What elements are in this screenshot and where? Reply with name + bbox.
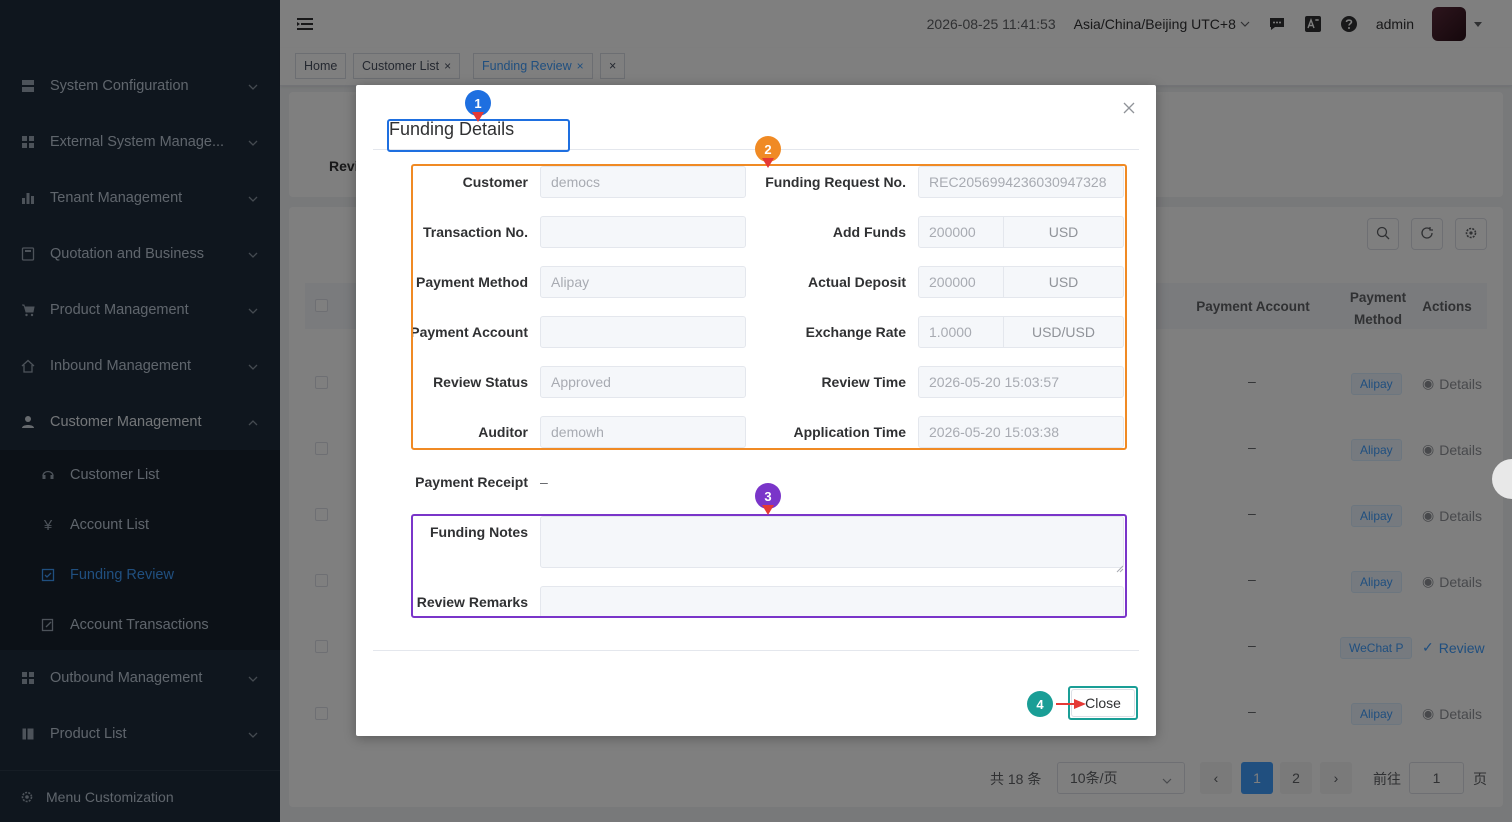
payment-receipt-label: Payment Receipt bbox=[415, 474, 528, 490]
annotation-badge-4: 4 bbox=[1027, 691, 1053, 717]
footer-divider bbox=[373, 650, 1139, 651]
funding-details-dialog: Funding Details Customer democs Funding … bbox=[356, 85, 1156, 736]
annotation-pin-icon bbox=[762, 158, 774, 168]
annotation-arrow-icon bbox=[1056, 697, 1086, 713]
close-icon[interactable] bbox=[1122, 101, 1138, 117]
annotation-box-2 bbox=[411, 164, 1127, 450]
payment-receipt-value: – bbox=[540, 474, 548, 490]
annotation-box-3 bbox=[411, 514, 1127, 618]
annotation-box-1 bbox=[387, 119, 570, 152]
annotation-pin-icon bbox=[472, 112, 484, 122]
annotation-pin-icon bbox=[762, 505, 774, 515]
